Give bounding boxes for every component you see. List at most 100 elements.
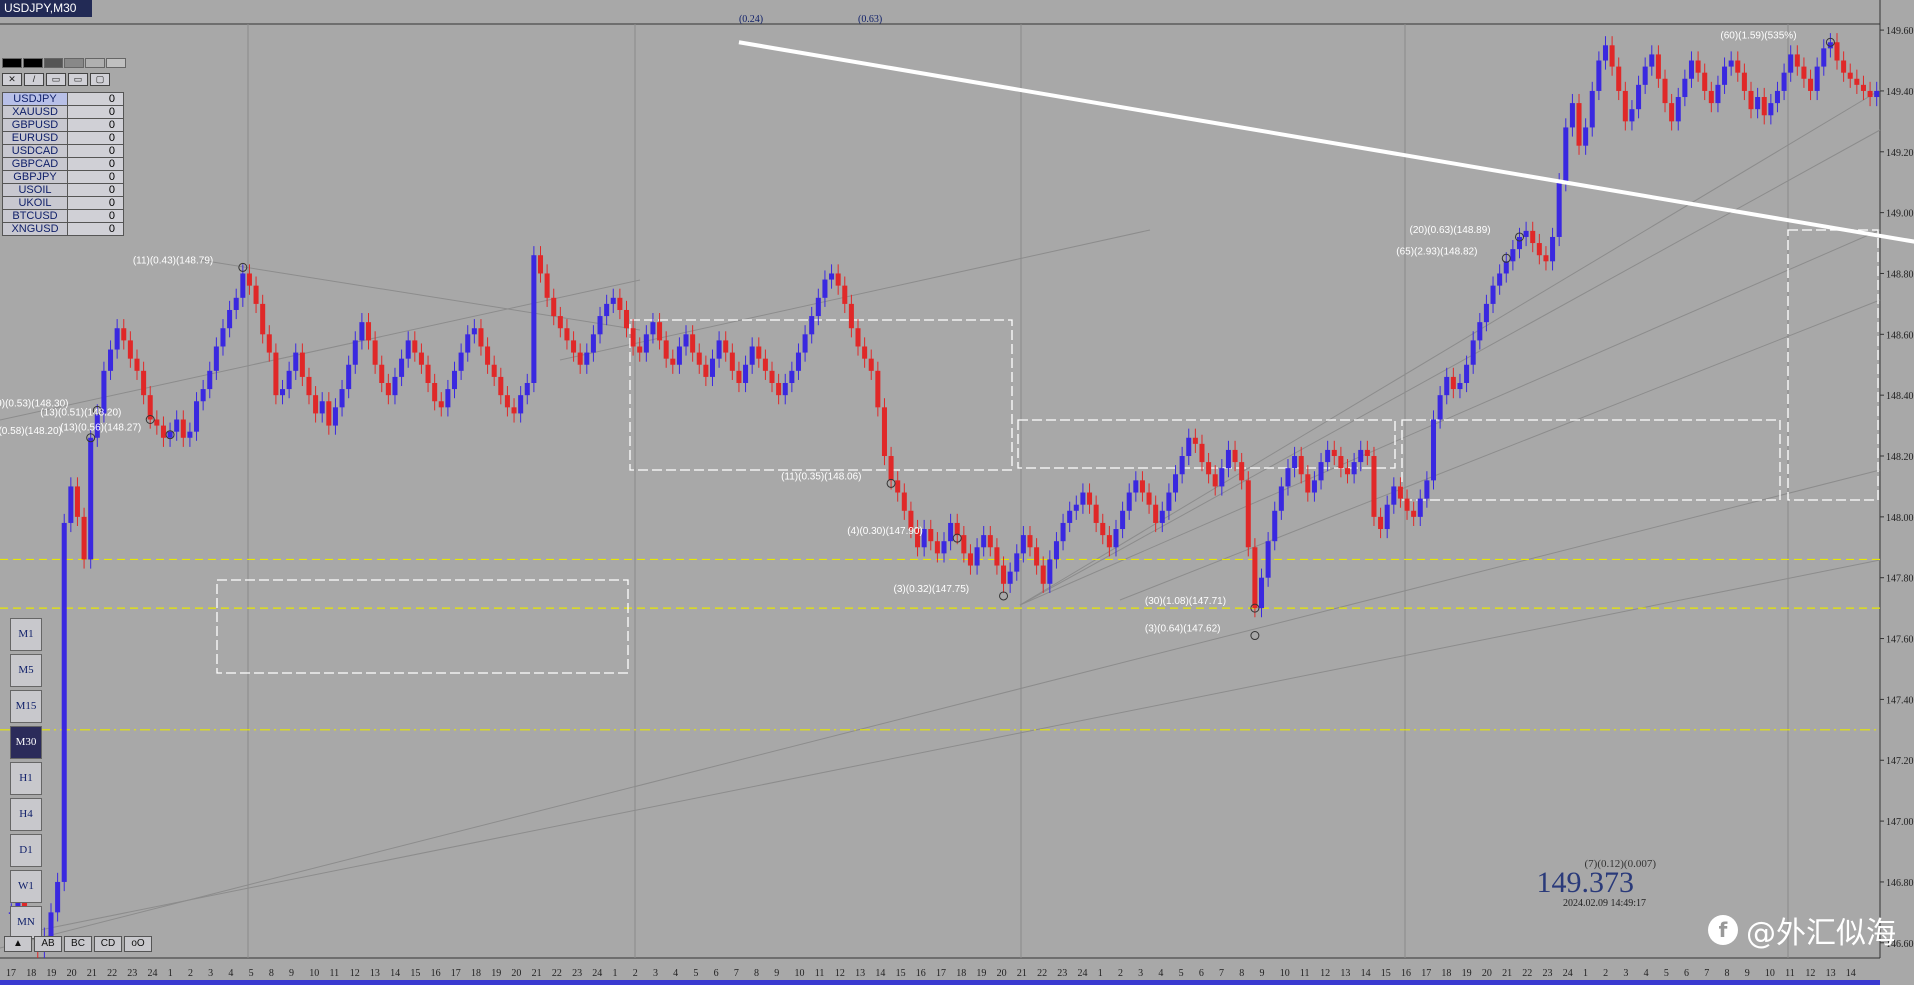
watermark: f @外汇似海 [1708, 908, 1896, 952]
symbol-name[interactable]: USOIL [2, 183, 68, 197]
candle-body [1470, 340, 1476, 365]
tool-button[interactable]: ✕ [2, 73, 22, 86]
symbol-count: 0 [67, 209, 124, 223]
candle-body [352, 340, 358, 365]
timeframe-m5[interactable]: M5 [10, 654, 42, 687]
pattern-button[interactable]: AB [34, 936, 62, 952]
timeframe-h4[interactable]: H4 [10, 798, 42, 831]
symbol-row[interactable]: GBPUSD 0 [2, 118, 124, 132]
timeframe-w1[interactable]: W1 [10, 870, 42, 903]
symbol-row[interactable]: USDCAD 0 [2, 144, 124, 158]
candle-body [471, 328, 477, 335]
candle-body [663, 340, 669, 359]
x-tick-label: 12 [835, 968, 845, 979]
candle-body [1576, 103, 1582, 146]
tool-button[interactable]: ▢ [90, 73, 110, 86]
timeframe-m30[interactable]: M30 [10, 726, 42, 759]
timeframe-m1[interactable]: M1 [10, 618, 42, 651]
candle-body [967, 553, 973, 566]
candle-body [1874, 90, 1880, 98]
level-label: (30)(1.08)(147.71) [1145, 596, 1226, 607]
symbol-name[interactable]: GBPCAD [2, 157, 68, 171]
candle-body [418, 352, 424, 365]
symbol-row[interactable]: EURUSD 0 [2, 131, 124, 145]
pattern-button[interactable]: oO [124, 936, 152, 952]
candle-body [1034, 547, 1040, 566]
candle-body [1854, 78, 1860, 85]
candle-body [326, 401, 332, 426]
symbol-row[interactable]: XAUUSD 0 [2, 105, 124, 119]
symbol-name[interactable]: USDJPY [2, 92, 68, 106]
candle-body [280, 389, 286, 396]
x-tick-label: 22 [552, 968, 562, 979]
x-tick-label: 18 [471, 968, 481, 979]
tool-button[interactable]: / [24, 73, 44, 86]
candle-body [855, 328, 861, 347]
color-swatch[interactable] [22, 58, 43, 68]
candle-body [286, 370, 292, 390]
y-tick-label: 149.20 [1886, 148, 1914, 159]
symbol-name[interactable]: XAUUSD [2, 105, 68, 119]
color-swatch[interactable] [85, 58, 106, 68]
candle-body [1768, 103, 1774, 116]
tool-button[interactable]: ▭ [68, 73, 88, 86]
tool-button[interactable]: ▭ [46, 73, 66, 86]
symbol-name[interactable]: GBPJPY [2, 170, 68, 184]
symbol-name[interactable]: UKOIL [2, 196, 68, 210]
candle-body [412, 340, 418, 353]
candle-body [399, 358, 405, 377]
candle-body [829, 273, 835, 280]
x-tick-label: 16 [1401, 968, 1411, 979]
timeframe-h1[interactable]: H1 [10, 762, 42, 795]
symbol-name[interactable]: GBPUSD [2, 118, 68, 132]
symbol-row[interactable]: BTCUSD 0 [2, 209, 124, 223]
symbol-name[interactable]: EURUSD [2, 131, 68, 145]
candle-body [1265, 541, 1271, 578]
candle-body [1808, 78, 1814, 91]
pattern-button[interactable]: BC [64, 936, 92, 952]
x-tick-label: 1 [613, 968, 618, 979]
candle-body [1106, 535, 1112, 548]
candle-body [1774, 90, 1780, 104]
timeframe-mn[interactable]: MN [10, 906, 42, 939]
candle-body [1087, 492, 1093, 505]
symbol-row[interactable]: USDJPY 0 [2, 92, 124, 106]
symbol-row[interactable]: GBPJPY 0 [2, 170, 124, 184]
symbol-name[interactable]: USDCAD [2, 144, 68, 158]
candle-body [1001, 565, 1007, 584]
candle-body [266, 334, 272, 353]
candle-body [1675, 97, 1681, 122]
candle-body [1212, 474, 1218, 487]
top-marker: (0.24) [739, 14, 763, 25]
timeframe-m15[interactable]: M15 [10, 690, 42, 723]
symbol-row[interactable]: XNGUSD 0 [2, 222, 124, 236]
color-swatch[interactable] [43, 58, 64, 68]
candle-body [736, 370, 742, 383]
color-swatches[interactable] [2, 58, 126, 68]
candle-body [365, 322, 372, 341]
candle-body [458, 352, 464, 371]
x-tick-label: 20 [997, 968, 1007, 979]
pattern-button[interactable]: CD [94, 936, 122, 952]
candle-body [1735, 60, 1741, 73]
timeframe-d1[interactable]: D1 [10, 834, 42, 867]
symbol-name[interactable]: BTCUSD [2, 209, 68, 223]
drawing-toolbar[interactable]: ✕ / ▭ ▭ ▢ [2, 73, 110, 86]
color-swatch[interactable] [106, 58, 126, 68]
symbol-row[interactable]: USOIL 0 [2, 183, 124, 197]
current-datetime: 2024.02.09 14:49:17 [1562, 898, 1646, 909]
color-swatch[interactable] [64, 58, 85, 68]
x-tick-label: 21 [1017, 968, 1027, 979]
pattern-button[interactable]: ▲ [4, 936, 32, 952]
symbol-row[interactable]: UKOIL 0 [2, 196, 124, 210]
color-swatch[interactable] [2, 58, 22, 68]
symbol-count: 0 [67, 131, 124, 145]
y-tick-label: 147.20 [1886, 756, 1914, 767]
price-chart[interactable]: 149.60 149.40 149.20 149.00 148.80 148.60 148.… [0, 0, 1914, 985]
symbol-row[interactable]: GBPCAD 0 [2, 157, 124, 171]
x-tick-label: 17 [1421, 968, 1431, 979]
candle-body [121, 328, 127, 341]
symbol-count: 0 [67, 118, 124, 132]
symbol-name[interactable]: XNGUSD [2, 222, 68, 236]
x-tick-label: 1 [1098, 968, 1103, 979]
